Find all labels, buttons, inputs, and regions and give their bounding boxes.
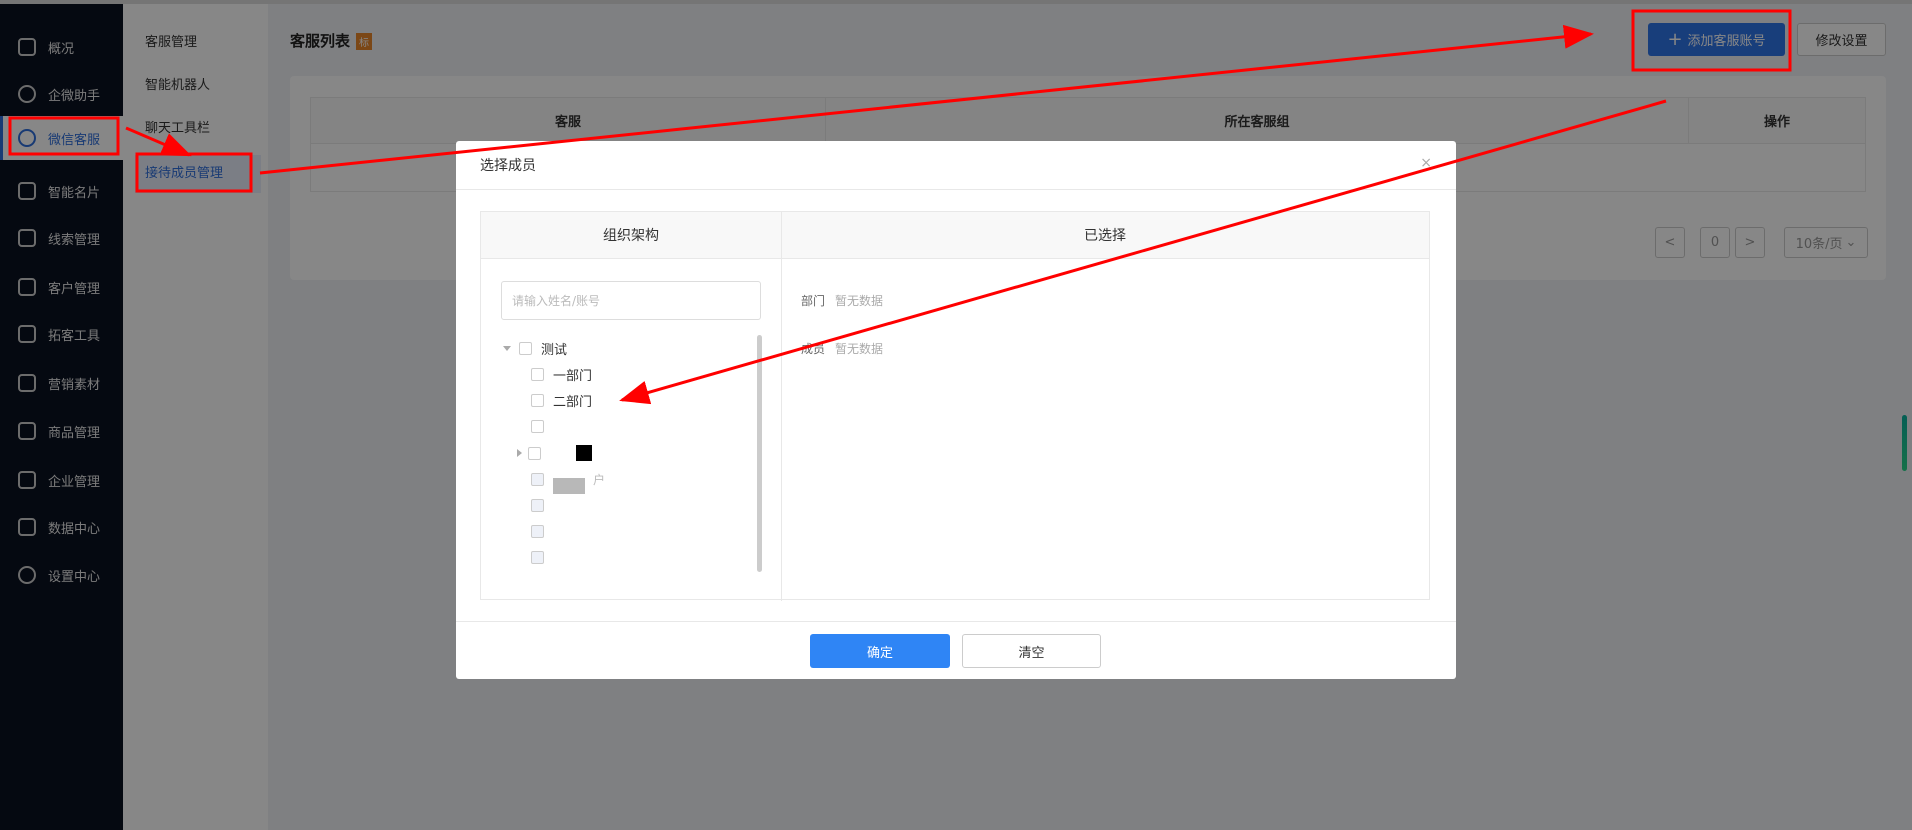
close-icon[interactable]: × [1420,155,1432,171]
clear-button[interactable]: 清空 [962,634,1101,668]
checkbox[interactable] [531,393,544,407]
checkbox[interactable] [528,446,541,460]
tree-node[interactable] [531,546,553,568]
dialog-header: 选择成员 × [456,141,1456,190]
caret-down-icon[interactable] [503,345,511,351]
member-empty: 暂无数据 [835,342,884,356]
confirm-button[interactable]: 确定 [810,634,950,668]
checkbox[interactable] [531,472,544,486]
checkbox[interactable] [531,524,544,538]
tree-node-label: 二部门 [553,394,593,410]
tree-scrollbar[interactable] [757,335,762,572]
member-label: 成员 [801,342,826,356]
dept-empty: 暂无数据 [835,294,884,308]
dialog-title: 选择成员 [480,158,536,174]
member-search-input[interactable] [501,281,761,320]
checkbox[interactable] [531,498,544,512]
dialog-footer-divider [456,621,1456,622]
tree-node[interactable]: 二部门 [531,389,592,411]
checkbox[interactable] [531,419,544,433]
tree-node[interactable] [531,520,553,542]
tree-node-label: 测试 [541,342,568,358]
org-structure-header: 组织架构 [481,212,781,259]
tree-node[interactable] [531,494,553,516]
select-member-dialog: 选择成员 × 组织架构 已选择 测试 一部门 二部门 户 部门暂无数据 成员暂无… [456,141,1456,679]
dept-label: 部门 [801,294,826,308]
selected-departments: 部门 暂无数据 [801,292,883,309]
redacted-block [576,445,592,461]
tree-node[interactable]: 一部门 [531,363,592,385]
member-picker: 组织架构 已选择 测试 一部门 二部门 户 部门暂无数据 成员暂无数据 [480,211,1430,601]
tree-node-label: 一部门 [553,368,593,384]
caret-right-icon[interactable] [517,449,522,457]
tree-node[interactable] [531,415,553,437]
selected-members: 成员 暂无数据 [801,340,883,357]
tree-node[interactable] [517,442,592,464]
checkbox[interactable] [531,367,544,381]
column-divider [781,212,782,601]
tree-node-root[interactable]: 测试 [503,337,567,359]
selected-header: 已选择 [781,212,1429,259]
checkbox[interactable] [531,550,544,564]
tree-node[interactable]: 户 [531,468,606,494]
tree-node-label: 户 [593,472,606,487]
checkbox[interactable] [519,341,532,355]
redacted-block [553,478,585,494]
